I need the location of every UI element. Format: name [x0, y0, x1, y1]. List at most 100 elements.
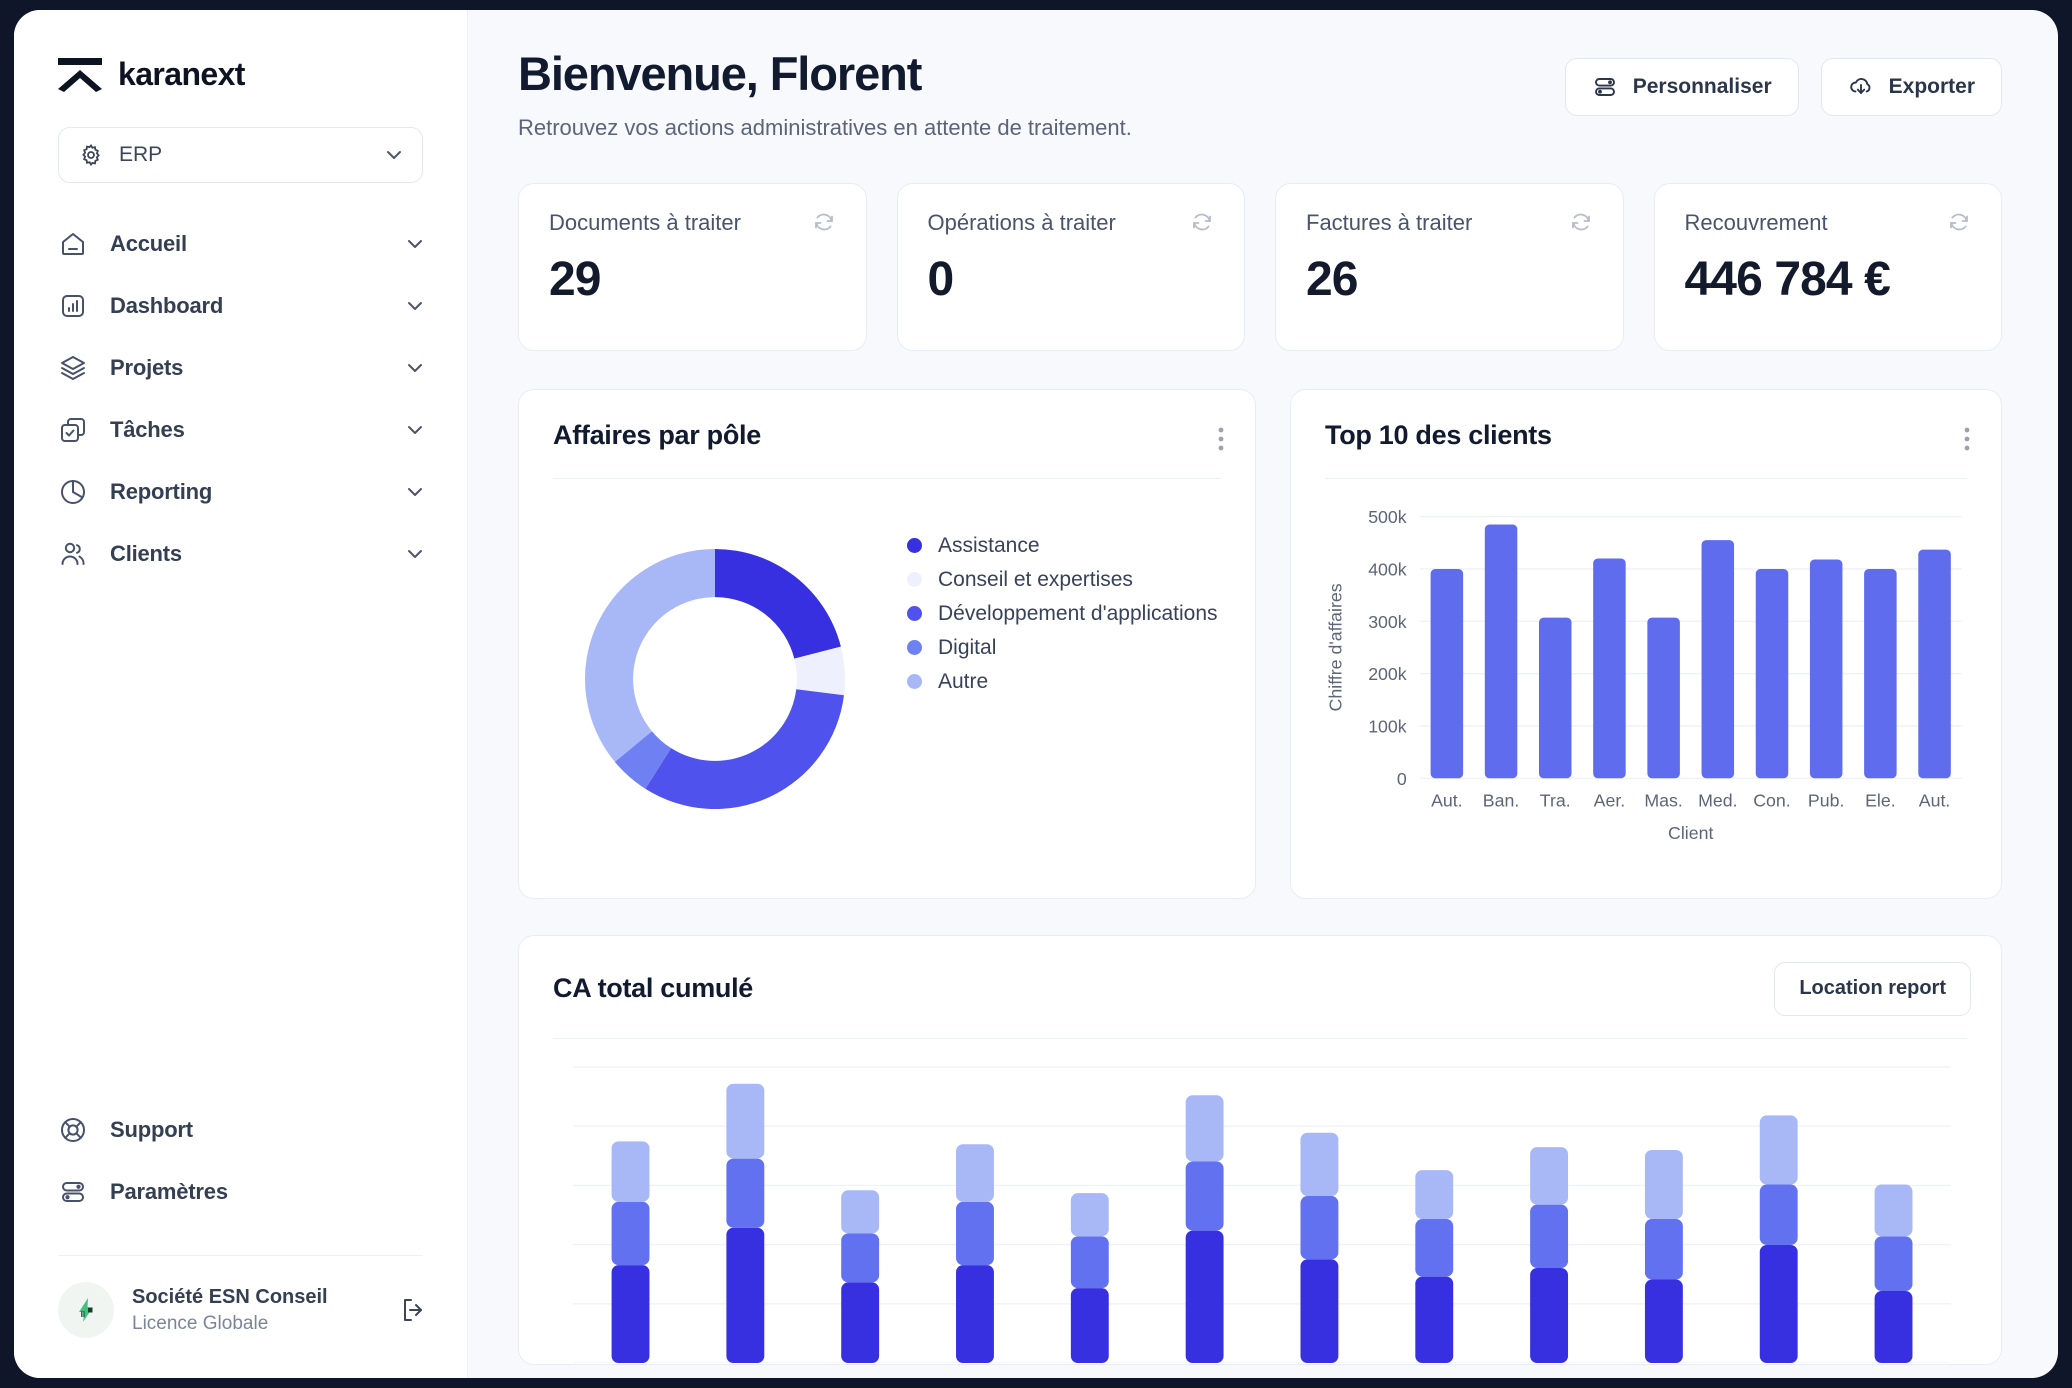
sidebar-item-parametres[interactable]: Paramètres — [14, 1161, 467, 1223]
legend-label: Digital — [938, 636, 996, 660]
sidebar-item-accueil[interactable]: Accueil — [14, 213, 467, 275]
logout-icon[interactable] — [399, 1296, 427, 1324]
bar-chart-icon — [58, 291, 88, 321]
kpi-value: 0 — [928, 252, 1215, 307]
legend-label: Assistance — [938, 534, 1040, 558]
gear-icon — [79, 143, 103, 167]
page-header-text: Bienvenue, Florent Retrouvez vos actions… — [518, 48, 1565, 141]
sidebar-item-label: Support — [110, 1117, 425, 1143]
sliders-icon — [1592, 74, 1618, 100]
legend-label: Développement d'applications — [938, 602, 1218, 626]
exporter-button[interactable]: Exporter — [1821, 58, 2002, 116]
karanext-chevron-logo-icon — [58, 58, 102, 92]
sidebar-item-support[interactable]: Support — [14, 1099, 467, 1161]
sidebar-item-reporting[interactable]: Reporting — [14, 461, 467, 523]
refresh-icon[interactable] — [1947, 210, 1971, 234]
chevron-down-icon[interactable] — [405, 358, 425, 378]
legend-item[interactable]: Autre — [907, 665, 1255, 699]
svg-text:Mas.: Mas. — [1644, 790, 1682, 810]
sidebar-spacer — [14, 585, 467, 1099]
personnaliser-button[interactable]: Personnaliser — [1565, 58, 1799, 116]
sidebar-item-clients[interactable]: Clients — [14, 523, 467, 585]
brand-name: karanext — [118, 56, 245, 93]
chevron-down-icon — [384, 145, 404, 165]
donut-chart — [519, 499, 885, 849]
sidebar-item-label: Clients — [110, 541, 405, 567]
kpi-row: Documents à traiter 29 Opérations à trai… — [518, 183, 2002, 351]
legend-swatch — [907, 640, 922, 655]
legend-swatch — [907, 538, 922, 553]
workspace-label: ERP — [119, 143, 384, 167]
kpi-label: Opérations à traiter — [928, 210, 1191, 236]
legend-item[interactable]: Assistance — [907, 529, 1255, 563]
sidebar-item-projets[interactable]: Projets — [14, 337, 467, 399]
sidebar-item-taches[interactable]: Tâches — [14, 399, 467, 461]
legend-swatch — [907, 674, 922, 689]
sidebar: karanext ERP — [14, 10, 468, 1378]
svg-text:Tra.: Tra. — [1540, 790, 1571, 810]
card-title: Affaires par pôle — [553, 420, 1217, 451]
task-check-icon — [58, 415, 88, 445]
svg-text:Pub.: Pub. — [1808, 790, 1845, 810]
brand-logo[interactable]: karanext — [14, 10, 467, 93]
page-title: Bienvenue, Florent — [518, 48, 1565, 101]
svg-text:Con.: Con. — [1753, 790, 1791, 810]
sidebar-item-label: Accueil — [110, 231, 405, 257]
ca-total-cumule-card: CA total cumulé Location report — [518, 935, 2002, 1365]
lightning-bolt-avatar-icon — [58, 1282, 114, 1338]
users-icon — [58, 539, 88, 569]
cloud-download-icon — [1848, 74, 1874, 100]
chevron-down-icon[interactable] — [405, 296, 425, 316]
svg-text:Client: Client — [1668, 823, 1713, 843]
kpi-value: 29 — [549, 252, 836, 307]
svg-text:500k: 500k — [1368, 507, 1407, 527]
lifebuoy-icon — [58, 1115, 88, 1145]
legend-label: Conseil et expertises — [938, 568, 1133, 592]
kpi-card-factures: Factures à traiter 26 — [1275, 183, 1624, 351]
workspace-select[interactable]: ERP — [58, 127, 423, 183]
kebab-menu-icon[interactable] — [1217, 420, 1225, 452]
chevron-down-icon[interactable] — [405, 544, 425, 564]
sidebar-item-dashboard[interactable]: Dashboard — [14, 275, 467, 337]
account-block[interactable]: Société ESN Conseil Licence Globale — [14, 1256, 467, 1378]
primary-nav: Accueil Dashboard — [14, 213, 467, 585]
svg-text:300k: 300k — [1368, 611, 1407, 631]
kpi-label: Recouvrement — [1685, 210, 1948, 236]
kpi-label: Factures à traiter — [1306, 210, 1569, 236]
legend-item[interactable]: Conseil et expertises — [907, 563, 1255, 597]
kpi-label: Documents à traiter — [549, 210, 812, 236]
kpi-card-operations: Opérations à traiter 0 — [897, 183, 1246, 351]
chart-row: Affaires par pôle — [518, 389, 2002, 899]
ca-total-cumule-chart — [519, 1039, 2001, 1363]
refresh-icon[interactable] — [1190, 210, 1214, 234]
personnaliser-label: Personnaliser — [1633, 75, 1772, 99]
account-text: Société ESN Conseil Licence Globale — [132, 1286, 399, 1335]
svg-text:Ban.: Ban. — [1483, 790, 1520, 810]
exporter-label: Exporter — [1889, 75, 1975, 99]
chevron-down-icon[interactable] — [405, 482, 425, 502]
svg-text:Chiffre d'affaires: Chiffre d'affaires — [1325, 583, 1345, 711]
kebab-menu-icon[interactable] — [1963, 420, 1971, 452]
legend-item[interactable]: Développement d'applications — [907, 597, 1255, 631]
page-header: Bienvenue, Florent Retrouvez vos actions… — [518, 48, 2002, 141]
svg-text:Aut.: Aut. — [1919, 790, 1951, 810]
legend-item[interactable]: Digital — [907, 631, 1255, 665]
location-report-label: Location report — [1799, 977, 1946, 1000]
app-window: karanext ERP — [14, 10, 2058, 1378]
page-subtitle: Retrouvez vos actions administratives en… — [518, 115, 1565, 141]
svg-text:400k: 400k — [1368, 559, 1407, 579]
chevron-down-icon[interactable] — [405, 234, 425, 254]
home-icon — [58, 229, 88, 259]
refresh-icon[interactable] — [1569, 210, 1593, 234]
legend-swatch — [907, 606, 922, 621]
sidebar-item-label: Reporting — [110, 479, 405, 505]
svg-text:Med.: Med. — [1698, 790, 1737, 810]
chevron-down-icon[interactable] — [405, 420, 425, 440]
svg-text:Aut.: Aut. — [1431, 790, 1463, 810]
kpi-value: 446 784 € — [1685, 252, 1972, 307]
location-report-button[interactable]: Location report — [1774, 962, 1971, 1016]
card-title: Top 10 des clients — [1325, 420, 1963, 451]
secondary-nav: Support Paramètres — [14, 1099, 467, 1237]
svg-text:200k: 200k — [1368, 664, 1407, 684]
refresh-icon[interactable] — [812, 210, 836, 234]
